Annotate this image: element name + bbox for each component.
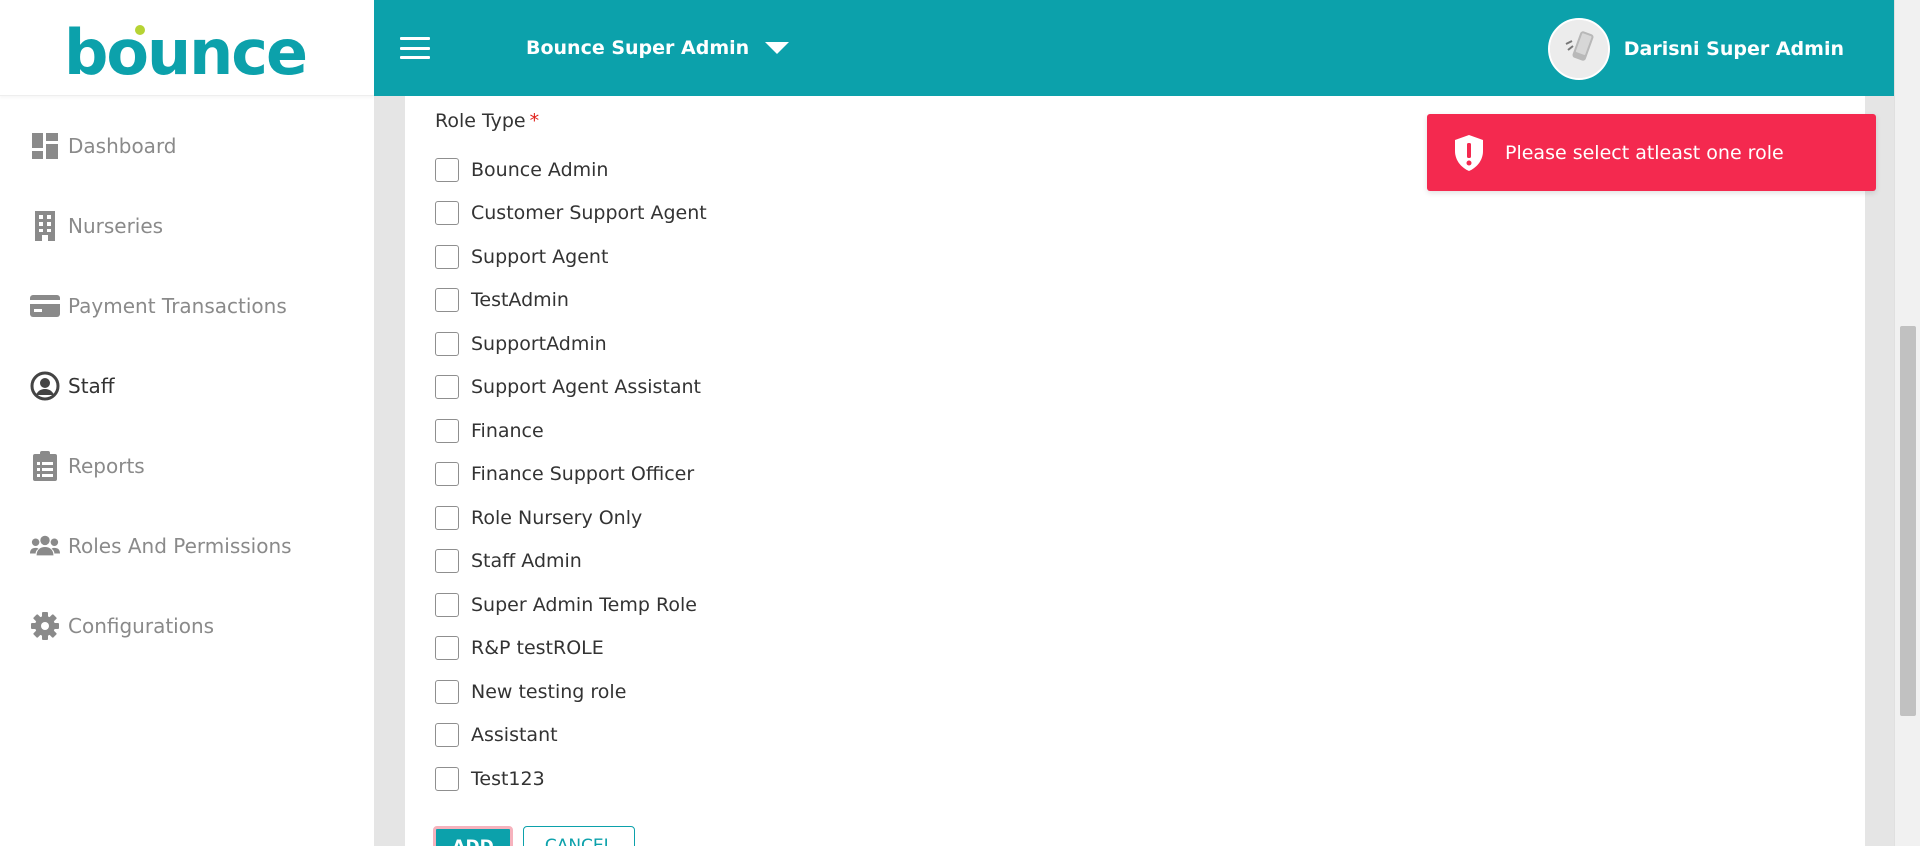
role-option[interactable]: R&P testROLE [435,627,707,671]
role-checkbox[interactable] [435,244,459,269]
sidebar-item-label: Dashboard [68,134,177,158]
shield-exclamation-icon [1451,133,1487,173]
sidebar-item-label: Payment Transactions [68,294,287,318]
error-toast[interactable]: Please select atleast one role [1427,114,1876,191]
credit-card-icon [30,291,60,321]
sidebar-item-payment-transactions[interactable]: Payment Transactions [0,266,374,346]
role-option[interactable]: Test123 [435,757,707,801]
role-label: SupportAdmin [471,332,607,355]
role-checkbox[interactable] [435,331,459,356]
role-label: Support Agent [471,245,609,268]
role-type-label-text: Role Type [435,110,526,132]
role-label: Support Agent Assistant [471,376,701,399]
role-label: Finance Support Officer [471,463,695,486]
sidebar-nav: Dashboard Nurseries Payment Transactions… [0,96,374,666]
role-option[interactable]: Support Agent [435,235,707,279]
role-option[interactable]: TestAdmin [435,279,707,323]
role-label: Customer Support Agent [471,202,707,225]
role-label: Super Admin Temp Role [471,593,697,616]
role-checkbox[interactable] [435,549,459,574]
avatar [1547,18,1610,80]
role-checkbox[interactable] [435,679,459,704]
role-label: Assistant [471,724,558,747]
top-bar: Bounce Super Admin Darisni Super Admin [374,0,1894,96]
cancel-button[interactable]: CANCEL [523,826,635,846]
add-staff-form: Role Type * Bounce Admin Customer Support… [405,96,1865,846]
role-checkbox[interactable] [435,418,459,443]
logo-area: bounce [0,0,374,96]
toast-message: Please select atleast one role [1505,141,1784,164]
role-option[interactable]: Super Admin Temp Role [435,583,707,627]
sidebar-item-dashboard[interactable]: Dashboard [0,106,374,186]
sidebar-item-label: Reports [68,454,145,478]
role-option[interactable]: New testing role [435,670,707,714]
bounce-logo[interactable]: bounce [62,8,312,88]
role-label: Finance [471,419,544,442]
role-label: Test123 [471,767,545,790]
clipboard-list-icon [30,451,60,481]
building-icon [30,211,60,241]
add-button[interactable]: ADD [433,826,513,846]
role-checkbox[interactable] [435,201,459,226]
gear-icon [30,611,60,641]
role-checkbox[interactable] [435,723,459,748]
role-option[interactable]: SupportAdmin [435,322,707,366]
role-label: R&P testROLE [471,637,604,660]
dashboard-icon [30,131,60,161]
role-label: New testing role [471,680,627,703]
sidebar-item-label: Roles And Permissions [68,534,292,558]
user-menu[interactable]: Darisni Super Admin [1547,18,1844,80]
sidebar-item-label: Configurations [68,614,215,638]
role-checkbox-list: Bounce Admin Customer Support Agent Supp… [435,148,707,801]
sidebar-item-label: Staff [68,374,115,398]
scrollbar-thumb[interactable] [1900,326,1916,716]
role-label: TestAdmin [471,289,569,312]
role-label: Staff Admin [471,550,582,573]
role-checkbox[interactable] [435,592,459,617]
role-option[interactable]: Bounce Admin [435,148,707,192]
role-checkbox[interactable] [435,636,459,661]
role-checkbox[interactable] [435,462,459,487]
sidebar-item-configurations[interactable]: Configurations [0,586,374,666]
required-marker: * [529,110,540,132]
user-name: Darisni Super Admin [1623,38,1844,60]
sidebar: bounce Dashboard Nurseries Payment Trans… [0,0,374,846]
role-option[interactable]: Customer Support Agent [435,192,707,236]
form-actions: ADD CANCEL [433,826,635,846]
role-checkbox[interactable] [435,505,459,530]
role-label: Bounce Admin [471,158,609,181]
hamburger-menu-icon[interactable] [400,37,430,59]
sidebar-item-label: Nurseries [68,214,164,238]
users-icon [30,531,60,561]
role-option[interactable]: Staff Admin [435,540,707,584]
sidebar-item-reports[interactable]: Reports [0,426,374,506]
sidebar-item-staff[interactable]: Staff [0,346,374,426]
role-option[interactable]: Finance Support Officer [435,453,707,497]
role-checkbox[interactable] [435,157,459,182]
role-option[interactable]: Finance [435,409,707,453]
org-switcher[interactable]: Bounce Super Admin [526,37,790,59]
user-circle-icon [30,371,60,401]
role-type-label: Role Type * [435,110,539,132]
page-scrollbar[interactable] [1894,0,1920,846]
caret-down-icon [765,42,790,54]
role-option[interactable]: Assistant [435,714,707,758]
svg-text:bounce: bounce [64,16,306,88]
sidebar-item-nurseries[interactable]: Nurseries [0,186,374,266]
sidebar-item-roles-and-permissions[interactable]: Roles And Permissions [0,506,374,586]
role-option[interactable]: Support Agent Assistant [435,366,707,410]
role-label: Role Nursery Only [471,506,643,529]
role-option[interactable]: Role Nursery Only [435,496,707,540]
role-checkbox[interactable] [435,375,459,400]
role-checkbox[interactable] [435,766,459,791]
org-name: Bounce Super Admin [526,37,750,59]
role-checkbox[interactable] [435,288,459,313]
